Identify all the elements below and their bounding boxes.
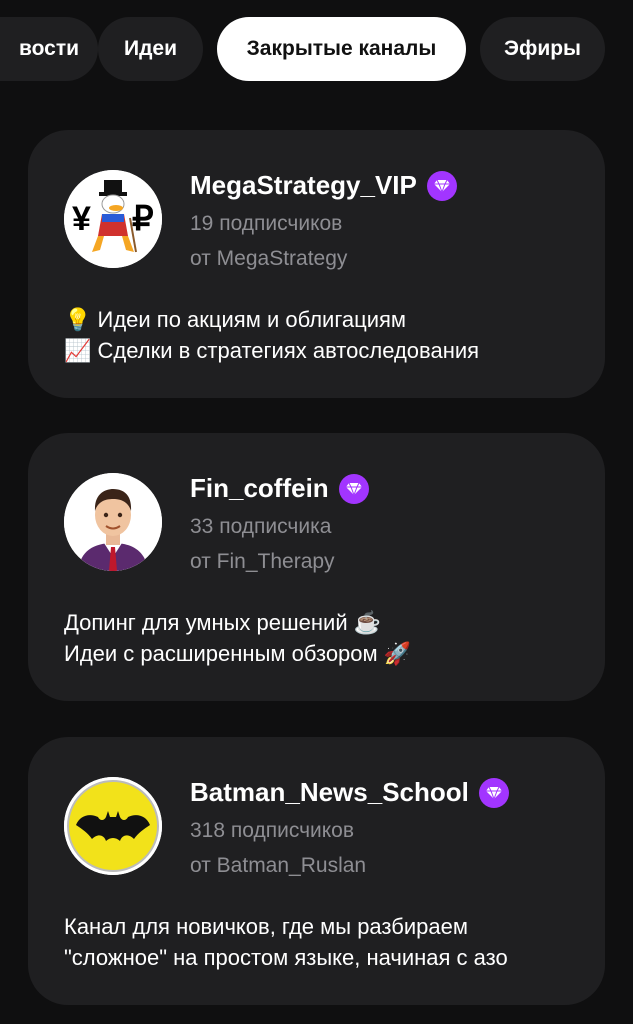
description-line: Допинг для умных решений ☕: [64, 610, 382, 635]
description-line: Канал для новичков, где мы разбираем: [64, 914, 468, 939]
text-fade-overlay: [517, 942, 577, 974]
channel-card[interactable]: ¥ ₽ MegaStrategy_VIP 19 подписчиков от M…: [28, 130, 605, 398]
premium-badge-icon: [478, 777, 509, 808]
channel-author: от Batman_Ruslan: [190, 854, 367, 877]
subscriber-count: 318 подписчиков: [190, 819, 355, 842]
channel-card[interactable]: Batman_News_School 318 подписчиков от Ba…: [28, 737, 605, 1005]
description-line: 💡 Идеи по акциям и облигациям: [64, 307, 407, 332]
avatar: ¥ ₽: [64, 170, 162, 268]
channel-author: от Fin_Therapy: [190, 550, 335, 573]
premium-badge-icon: [338, 473, 369, 504]
yen-symbol: ¥: [72, 200, 91, 238]
tab-news[interactable]: вости: [0, 17, 98, 81]
channel-description: Канал для новичков, где мы разбираем "сл…: [64, 911, 569, 973]
channel-description: Допинг для умных решений ☕ Идеи с расшир…: [64, 607, 569, 669]
channel-title-row: Fin_coffein: [190, 473, 369, 504]
description-line: "сложное" на простом языке, начиная с аз…: [64, 945, 508, 970]
ruble-symbol: ₽: [132, 200, 154, 238]
channel-name: MegaStrategy_VIP: [190, 170, 417, 200]
tab-bar: вости Идеи Закрытые каналы Эфиры: [0, 17, 633, 81]
channel-name: Fin_coffein: [190, 473, 329, 503]
channel-title-row: Batman_News_School: [190, 777, 509, 808]
subscriber-count: 33 подписчика: [190, 515, 332, 538]
man-portrait-icon: [64, 473, 162, 571]
channel-description: 💡 Идеи по акциям и облигациям 📈 Сделки в…: [64, 304, 569, 366]
batman-logo-icon: [64, 777, 162, 875]
tab-ideas[interactable]: Идеи: [98, 17, 203, 81]
avatar: [64, 473, 162, 571]
description-line: 📈 Сделки в стратегиях автоследования: [64, 338, 480, 363]
avatar: [64, 777, 162, 875]
premium-badge-icon: [426, 170, 457, 201]
description-line: Идеи с расширенным обзором 🚀: [64, 641, 412, 666]
channel-name: Batman_News_School: [190, 777, 469, 807]
tab-broadcasts[interactable]: Эфиры: [480, 17, 605, 81]
channel-title-row: MegaStrategy_VIP: [190, 170, 457, 201]
channel-card[interactable]: Fin_coffein 33 подписчика от Fin_Therapy…: [28, 433, 605, 701]
duck-money-icon: ¥ ₽: [64, 170, 162, 268]
subscriber-count: 19 подписчиков: [190, 212, 343, 235]
channel-author: от MegaStrategy: [190, 247, 348, 270]
tab-closed-channels[interactable]: Закрытые каналы: [217, 17, 466, 81]
